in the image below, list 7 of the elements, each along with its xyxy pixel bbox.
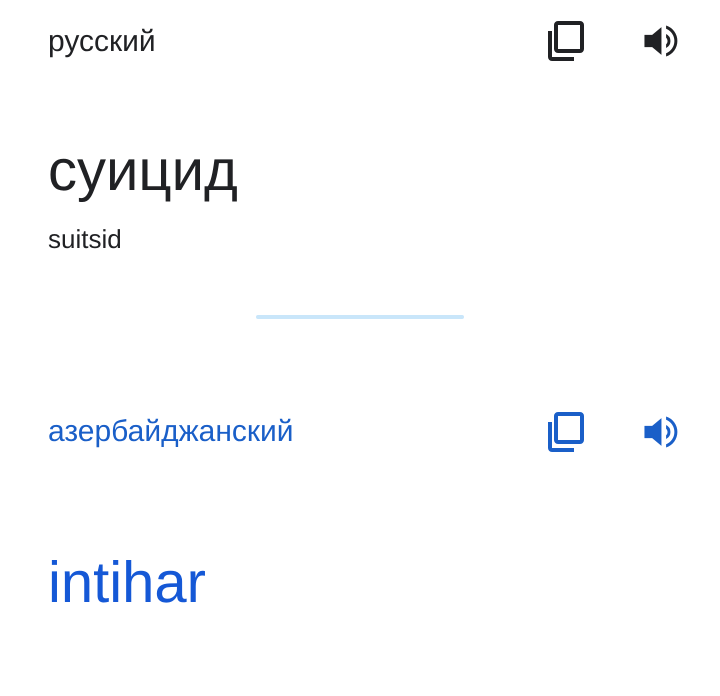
- source-language: русский: [48, 24, 156, 60]
- target-language: азербайджанский: [48, 414, 294, 450]
- drag-handle[interactable]: [256, 315, 464, 319]
- translated-text: intihar: [48, 554, 207, 612]
- copy-icon[interactable]: [548, 21, 584, 61]
- transliteration: suitsid: [48, 223, 123, 256]
- source-text: суицид: [48, 142, 239, 200]
